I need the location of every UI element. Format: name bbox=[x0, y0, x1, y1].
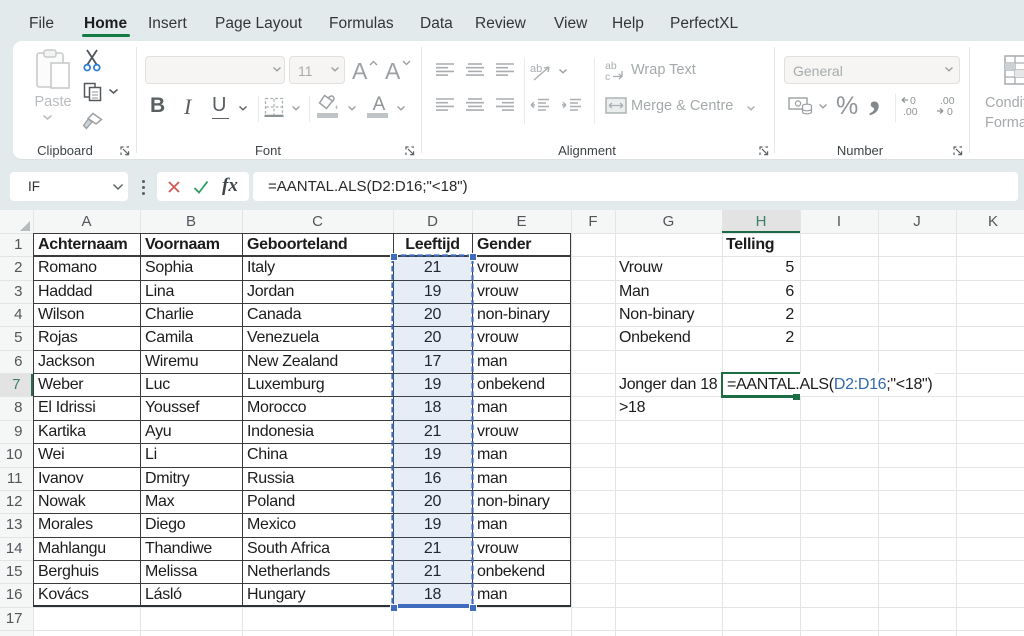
svg-text:c: c bbox=[605, 71, 610, 82]
svg-text:ab: ab bbox=[530, 63, 542, 75]
svg-text:0: 0 bbox=[947, 106, 953, 118]
svg-text:.00: .00 bbox=[903, 106, 918, 118]
